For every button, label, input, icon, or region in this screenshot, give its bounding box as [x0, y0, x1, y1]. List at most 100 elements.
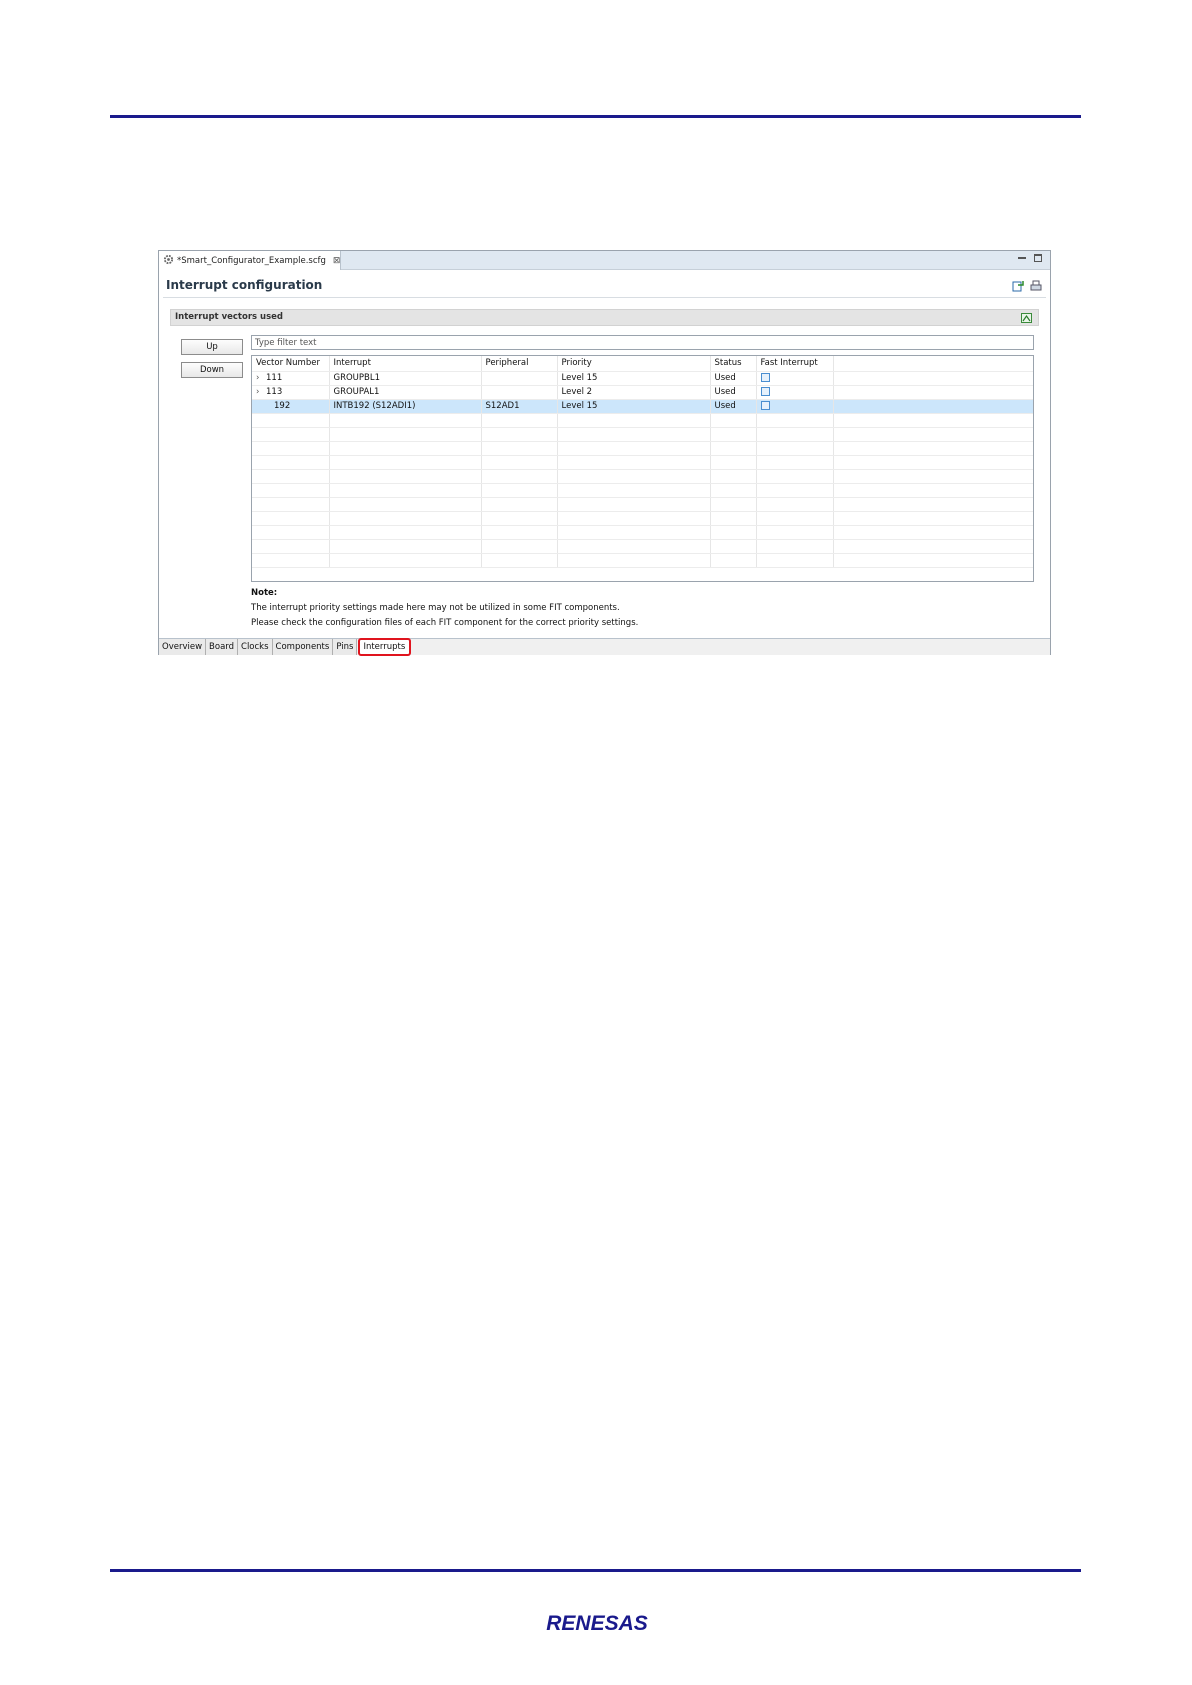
tab-board[interactable]: Board — [206, 639, 239, 655]
cell-priority: Level 15 — [557, 399, 711, 414]
note-line-2: Please check the configuration files of … — [251, 618, 639, 628]
down-button[interactable]: Down — [181, 362, 243, 378]
empty-cell — [481, 483, 558, 498]
empty-cell — [833, 483, 1033, 498]
empty-cell — [557, 497, 711, 512]
empty-cell — [252, 469, 330, 484]
table-row[interactable]: 192 INTB192 (S12ADI1) S12AD1 Level 15 Used — [252, 399, 1033, 414]
vector-number: 192 — [274, 401, 291, 411]
tab-clocks[interactable]: Clocks — [238, 639, 273, 655]
empty-cell — [252, 483, 330, 498]
empty-cell — [557, 441, 711, 456]
empty-cell — [557, 469, 711, 484]
editor-tab[interactable]: *Smart_Configurator_Example.scfg ⊠ — [159, 251, 341, 270]
empty-cell — [329, 525, 482, 540]
empty-table-row — [252, 427, 1033, 442]
column-header-status[interactable]: Status — [710, 356, 757, 372]
empty-table-row — [252, 441, 1033, 456]
empty-cell — [481, 455, 558, 470]
collapse-icon[interactable] — [1021, 313, 1032, 323]
cell-vector-number: 192 — [252, 399, 330, 414]
empty-cell — [833, 539, 1033, 554]
cell-status: Used — [710, 399, 757, 414]
cell-interrupt: GROUPBL1 — [329, 371, 482, 386]
fast-interrupt-checkbox[interactable] — [760, 387, 770, 396]
cell-peripheral — [481, 385, 558, 400]
empty-cell — [756, 525, 834, 540]
cell-priority: Level 2 — [557, 385, 711, 400]
generate-code-icon[interactable] — [1012, 280, 1024, 292]
close-icon[interactable]: ⊠ — [333, 256, 341, 266]
table-row[interactable]: › 111 GROUPBL1 Level 15 Used — [252, 371, 1033, 386]
empty-cell — [329, 483, 482, 498]
empty-cell — [710, 427, 757, 442]
empty-cell — [557, 413, 711, 428]
empty-cell — [833, 525, 1033, 540]
empty-cell — [252, 511, 330, 526]
filter-input[interactable] — [251, 335, 1034, 350]
table-row[interactable]: › 113 GROUPAL1 Level 2 Used — [252, 385, 1033, 400]
column-header-priority[interactable]: Priority — [557, 356, 711, 372]
empty-table-row — [252, 539, 1033, 554]
empty-cell — [756, 455, 834, 470]
cell-peripheral: S12AD1 — [481, 399, 558, 414]
empty-cell — [252, 539, 330, 554]
empty-table-row — [252, 483, 1033, 498]
cell-interrupt: GROUPAL1 — [329, 385, 482, 400]
column-header-interrupt[interactable]: Interrupt — [329, 356, 482, 372]
empty-table-row — [252, 469, 1033, 484]
empty-cell — [833, 455, 1033, 470]
empty-cell — [252, 427, 330, 442]
empty-cell — [756, 483, 834, 498]
minimize-icon[interactable] — [1018, 254, 1026, 262]
empty-cell — [710, 413, 757, 428]
empty-cell — [481, 511, 558, 526]
tab-components[interactable]: Components — [272, 639, 334, 655]
empty-cell — [252, 525, 330, 540]
cell-priority: Level 15 — [557, 371, 711, 386]
empty-cell — [756, 539, 834, 554]
empty-cell — [710, 455, 757, 470]
empty-cell — [329, 413, 482, 428]
column-header-filler — [833, 356, 1033, 372]
report-icon[interactable] — [1030, 280, 1042, 292]
chevron-right-icon[interactable]: › — [256, 373, 266, 383]
fast-interrupt-checkbox[interactable] — [760, 401, 770, 410]
header-separator — [163, 297, 1046, 298]
section-header[interactable]: Interrupt vectors used — [170, 309, 1039, 326]
empty-cell — [756, 511, 834, 526]
tab-pins[interactable]: Pins — [333, 639, 358, 655]
cell-filler — [833, 371, 1033, 386]
empty-cell — [252, 497, 330, 512]
tab-interrupts[interactable]: Interrupts — [358, 638, 412, 656]
maximize-icon[interactable] — [1034, 254, 1042, 262]
empty-cell — [710, 441, 757, 456]
empty-cell — [756, 413, 834, 428]
empty-cell — [481, 441, 558, 456]
column-header-fast-interrupt[interactable]: Fast Interrupt — [756, 356, 834, 372]
empty-cell — [481, 413, 558, 428]
page-tabs: Overview Board Clocks Components Pins In… — [159, 638, 1050, 656]
column-header-vector-number[interactable]: Vector Number — [252, 356, 330, 372]
column-header-peripheral[interactable]: Peripheral — [481, 356, 558, 372]
renesas-logo: RENESAS — [527, 1612, 667, 1634]
empty-cell — [756, 427, 834, 442]
page-title: Interrupt configuration — [166, 278, 323, 292]
note-line-1: The interrupt priority settings made her… — [251, 603, 620, 613]
tab-overview[interactable]: Overview — [159, 639, 207, 655]
empty-cell — [329, 469, 482, 484]
empty-cell — [329, 455, 482, 470]
up-button[interactable]: Up — [181, 339, 243, 355]
fast-interrupt-checkbox[interactable] — [760, 373, 770, 382]
empty-cell — [557, 511, 711, 526]
empty-cell — [329, 497, 482, 512]
empty-cell — [481, 469, 558, 484]
empty-cell — [329, 441, 482, 456]
header-rule — [110, 115, 1081, 118]
cell-vector-number: › 111 — [252, 371, 330, 386]
interrupt-table: Vector Number Interrupt Peripheral Prior… — [251, 355, 1034, 582]
empty-cell — [252, 413, 330, 428]
empty-cell — [833, 497, 1033, 512]
chevron-right-icon[interactable]: › — [256, 387, 266, 397]
empty-cell — [329, 553, 482, 568]
